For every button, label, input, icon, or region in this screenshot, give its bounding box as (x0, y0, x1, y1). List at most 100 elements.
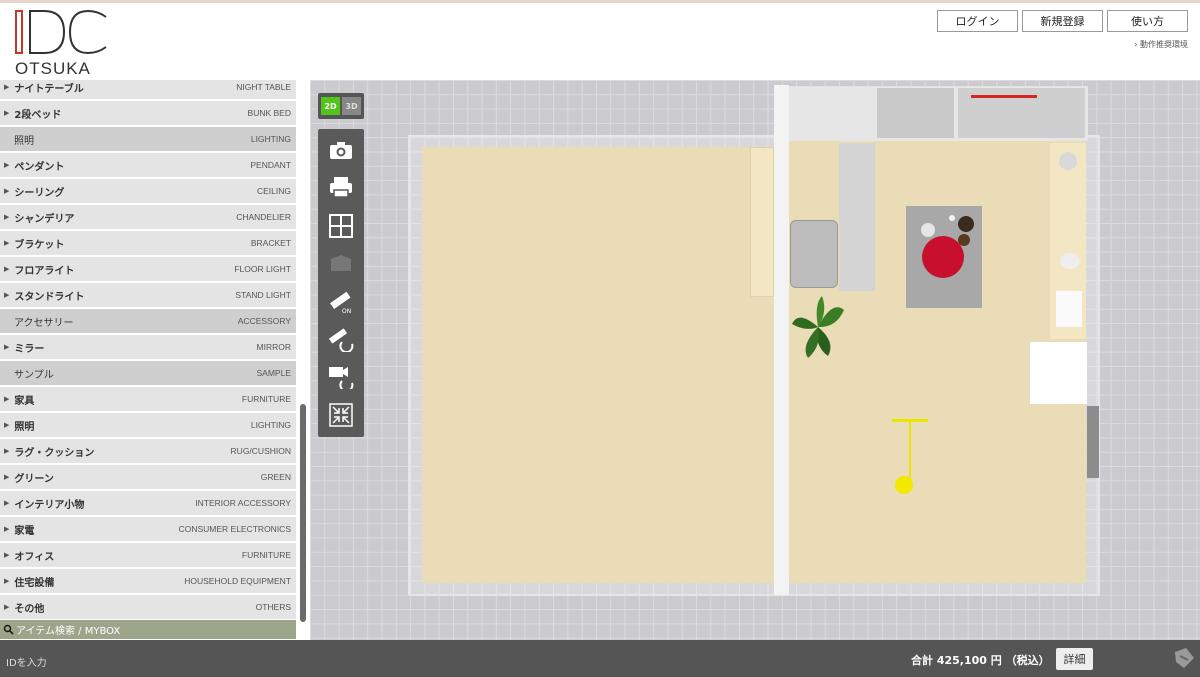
category-name-en: HOUSEHOLD EQUIPMENT (184, 576, 291, 586)
expand-arrow-icon: ▶ (4, 265, 10, 273)
top-cabinet[interactable] (877, 88, 954, 138)
white-box[interactable] (1030, 342, 1087, 404)
shrink-icon[interactable] (326, 400, 356, 430)
category-name-en: NIGHT TABLE (236, 82, 291, 92)
category-item[interactable]: ▶ オフィス FURNITURE (0, 543, 296, 568)
category-label-group: ▶ 2段ベッド (4, 106, 61, 121)
category-name-jp: インテリア小物 (14, 499, 85, 511)
category-name-jp: ナイトテーブル (14, 83, 84, 95)
idc-otsuka-logo[interactable]: OTSUKA (14, 9, 110, 78)
category-name-jp: フロアライト (14, 265, 75, 277)
share-icon[interactable] (1172, 646, 1196, 670)
camera-icon[interactable] (326, 135, 356, 165)
mode-3d-button[interactable]: 3D (342, 97, 361, 115)
camera-position-marker[interactable] (895, 476, 913, 494)
expand-arrow-icon: ▶ (4, 421, 10, 429)
item-search-bar[interactable]: アイテム検索 / MYBOX (0, 620, 296, 639)
right-door[interactable] (1087, 406, 1099, 478)
wall-icon[interactable] (326, 248, 356, 278)
measure-rotate-icon[interactable] (326, 324, 356, 354)
expand-arrow-icon: ▶ (4, 473, 10, 481)
plant-icon[interactable] (788, 294, 848, 360)
id-input[interactable]: IDを入力 (6, 654, 47, 669)
category-item[interactable]: ▶ その他 OTHERS (0, 595, 296, 620)
category-name-en: LIGHTING (250, 134, 291, 144)
category-label-group: ▶ 照明 (4, 418, 34, 433)
category-item[interactable]: ▶ 家電 CONSUMER ELECTRONICS (0, 517, 296, 542)
right-shelf[interactable] (1050, 143, 1086, 339)
category-label-group: サンプル (4, 366, 54, 381)
category-name-jp: シーリング (14, 187, 65, 199)
category-item[interactable]: ▶ 照明 LIGHTING (0, 413, 296, 438)
mode-2d-button[interactable]: 2D (321, 97, 340, 115)
app-header: OTSUKA ログイン 新規登録 使い方 › 動作推奨環境 (0, 0, 1200, 80)
category-name-jp: スタンドライト (14, 291, 85, 303)
category-sidebar: ▶ ナイトテーブル NIGHT TABLE ▶ 2段ベッド BUNK BED 照明 LIGHT… (0, 80, 310, 640)
measure-on-icon[interactable]: ON (326, 286, 356, 316)
category-name-jp: シャンデリア (14, 213, 75, 225)
category-label-group: ▶ 家具 (4, 392, 34, 407)
center-wall[interactable] (774, 85, 789, 595)
category-name-en: CEILING (256, 186, 291, 196)
expand-arrow-icon: ▶ (4, 109, 10, 117)
view-mode-toggle[interactable]: 2D 3D (318, 93, 364, 119)
expand-arrow-icon: ▶ (4, 187, 10, 195)
category-item[interactable]: ▶ フロアライト FLOOR LIGHT (0, 257, 296, 282)
category-item[interactable]: ▶ ミラー MIRROR (0, 335, 296, 360)
category-label-group: ▶ 住宅設備 (4, 574, 54, 589)
expand-arrow-icon: ▶ (4, 239, 10, 247)
red-rug[interactable] (922, 236, 964, 278)
login-button[interactable]: ログイン (937, 10, 1018, 32)
camera-rotate-icon[interactable] (326, 361, 356, 391)
category-item[interactable]: ▶ インテリア小物 INTERIOR ACCESSORY (0, 491, 296, 516)
recommended-env-link[interactable]: › 動作推奨環境 (1134, 39, 1188, 50)
register-button[interactable]: 新規登録 (1022, 10, 1103, 32)
category-name-jp: ブラケット (14, 239, 65, 251)
grid-icon[interactable] (326, 211, 356, 241)
category-name-jp: アクセサリー (14, 317, 74, 329)
category-name-en: ACCESSORY (237, 316, 291, 326)
red-line (971, 95, 1037, 98)
category-item[interactable]: ▶ ブラケット BRACKET (0, 231, 296, 256)
category-item[interactable]: ▶ シーリング CEILING (0, 179, 296, 204)
expand-arrow-icon: ▶ (4, 499, 10, 507)
floor-plan-canvas[interactable]: 2D 3D ON (310, 80, 1200, 640)
category-name-jp: 家具 (14, 395, 35, 407)
category-item[interactable]: ▶ 2段ベッド BUNK BED (0, 101, 296, 126)
kitchen-counter[interactable] (839, 143, 875, 291)
print-icon[interactable] (326, 172, 356, 202)
category-item[interactable]: ▶ ペンダント PENDANT (0, 153, 296, 178)
category-label-group: ▶ ナイトテーブル (4, 80, 84, 95)
floor-left-room[interactable] (422, 147, 774, 583)
sidebar-scrollbar[interactable] (300, 404, 306, 622)
category-name-en: BUNK BED (247, 108, 291, 118)
category-name-jp: グリーン (14, 473, 54, 485)
category-name-en: CHANDELIER (236, 212, 291, 222)
category-label-group: ▶ ラグ・クッション (4, 444, 94, 459)
category-item[interactable]: ▶ 住宅設備 HOUSEHOLD EQUIPMENT (0, 569, 296, 594)
expand-arrow-icon: ▶ (4, 343, 10, 351)
category-item[interactable]: ▶ シャンデリア CHANDELIER (0, 205, 296, 230)
category-name-jp: ミラー (14, 343, 45, 355)
category-item[interactable]: ▶ スタンドライト STAND LIGHT (0, 283, 296, 308)
left-counter[interactable] (750, 147, 774, 297)
category-header: アクセサリー ACCESSORY (0, 309, 296, 334)
camera-view-line (909, 421, 911, 486)
category-item[interactable]: ▶ 家具 FURNITURE (0, 387, 296, 412)
expand-arrow-icon: ▶ (4, 161, 10, 169)
category-item[interactable]: ▶ ラグ・クッション RUG/CUSHION (0, 439, 296, 464)
logo-text: OTSUKA (15, 59, 91, 78)
category-label-group: ▶ ミラー (4, 340, 44, 355)
category-header: 照明 LIGHTING (0, 127, 296, 152)
category-item[interactable]: ▶ ナイトテーブル NIGHT TABLE (0, 80, 296, 100)
detail-button[interactable]: 詳細 (1056, 648, 1093, 670)
category-name-jp: その他 (14, 603, 45, 615)
category-name-en: FURNITURE (241, 550, 291, 560)
sink[interactable] (790, 220, 838, 288)
category-name-en: FLOOR LIGHT (234, 264, 291, 274)
logo-mark (15, 9, 107, 55)
category-name-en: MIRROR (256, 342, 291, 352)
howto-button[interactable]: 使い方 (1107, 10, 1188, 32)
category-name-jp: 照明 (14, 421, 35, 433)
category-item[interactable]: ▶ グリーン GREEN (0, 465, 296, 490)
